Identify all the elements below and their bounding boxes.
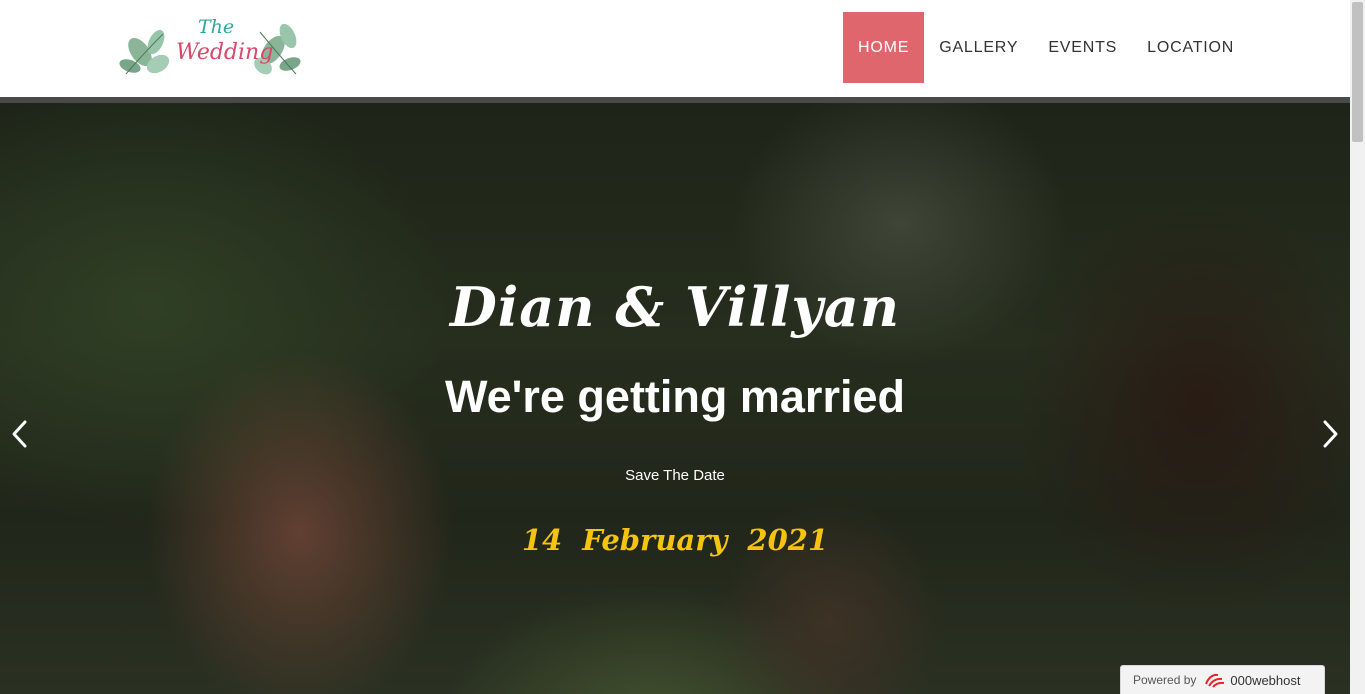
host-brand-name: 000webhost [1230, 672, 1301, 688]
navbar: The Wedding HOME GALLERY EVENTS LOCATION [0, 0, 1350, 97]
powered-by-badge[interactable]: Powered by 000webhost [1120, 665, 1325, 694]
wedding-date: 14 February 2021 [521, 523, 829, 557]
hero-subtitle: We're getting married [445, 371, 905, 422]
host-logo-icon [1204, 672, 1226, 688]
nav-item-home[interactable]: HOME [843, 12, 925, 83]
site-logo[interactable]: The Wedding [118, 14, 303, 80]
carousel-prev-button[interactable] [4, 412, 34, 456]
chevron-left-icon [12, 420, 27, 448]
nav-item-events[interactable]: EVENTS [1033, 12, 1132, 83]
main-nav: HOME GALLERY EVENTS LOCATION [843, 12, 1249, 83]
hero-carousel: Dian & Villyan We're getting married Sav… [0, 103, 1350, 694]
couple-names: Dian & Villyan [449, 275, 901, 339]
logo-text-the: The [198, 16, 235, 38]
page-scrollbar[interactable] [1350, 0, 1365, 694]
powered-by-label: Powered by [1133, 673, 1197, 687]
nav-item-location[interactable]: LOCATION [1132, 12, 1249, 83]
nav-item-gallery[interactable]: GALLERY [924, 12, 1033, 83]
save-the-date-text: Save The Date [625, 467, 725, 484]
chevron-right-icon [1323, 420, 1338, 448]
carousel-next-button[interactable] [1316, 412, 1346, 456]
logo-text-wedding: Wedding [176, 40, 274, 65]
scrollbar-thumb[interactable] [1352, 2, 1363, 142]
